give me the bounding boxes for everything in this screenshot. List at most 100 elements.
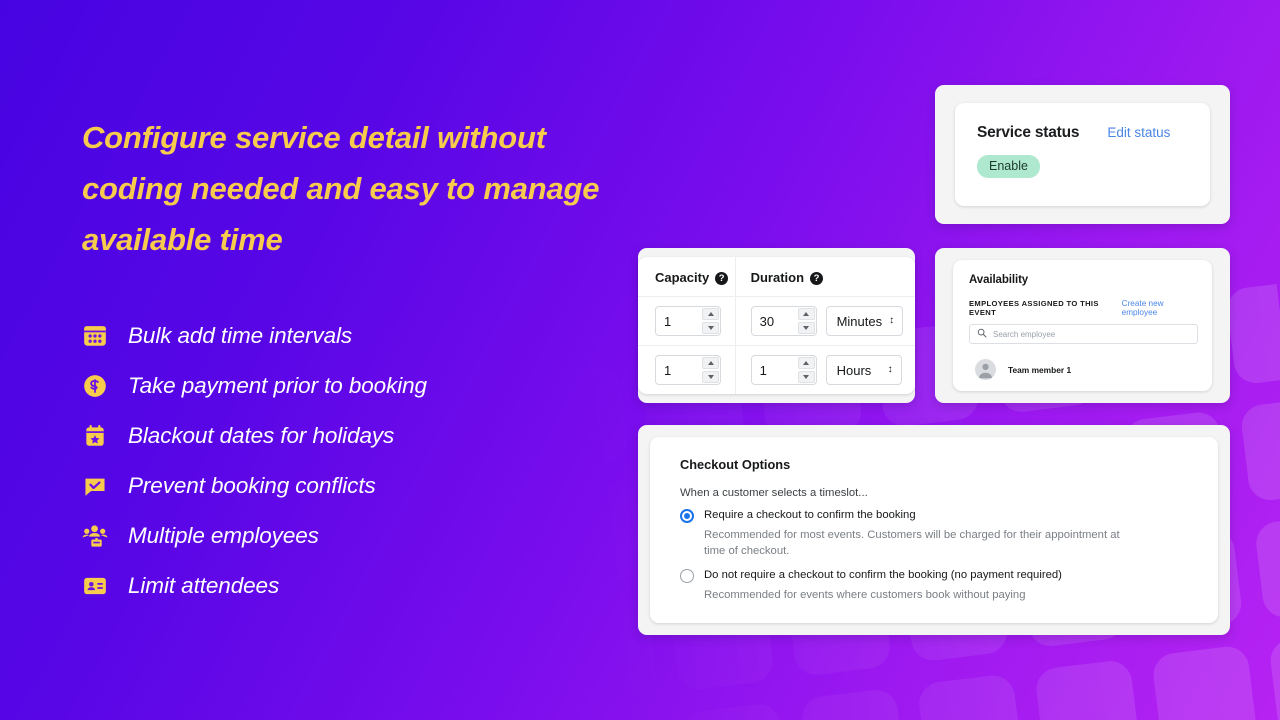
service-status-header: Service status Edit status bbox=[955, 103, 1210, 142]
radio-label: Do not require a checkout to confirm the… bbox=[704, 569, 1062, 581]
employees-assigned-label: EMPLOYEES ASSIGNED TO THIS EVENT bbox=[969, 299, 1099, 317]
duration-spin-col bbox=[796, 356, 816, 384]
calendar-dots-icon bbox=[82, 323, 108, 349]
background-tile bbox=[565, 716, 673, 720]
duration-increment-button[interactable] bbox=[797, 308, 815, 320]
service-status-card: Service status Edit status Enable bbox=[955, 103, 1210, 206]
availability-section-row: EMPLOYEES ASSIGNED TO THIS EVENT Create … bbox=[953, 286, 1212, 317]
availability-title: Availability bbox=[969, 274, 1029, 286]
table-row: 1 1 Hours ↕ bbox=[638, 345, 915, 395]
capacity-decrement-button[interactable] bbox=[702, 371, 719, 383]
capacity-stepper[interactable]: 1 bbox=[655, 355, 721, 385]
duration-cell: 30 Minutes ↕ bbox=[734, 296, 915, 346]
search-icon bbox=[977, 325, 987, 343]
capacity-increment-button[interactable] bbox=[702, 308, 719, 320]
id-card-icon bbox=[82, 573, 108, 599]
background-tile bbox=[682, 701, 790, 720]
feature-list: Bulk add time intervals Take payment pri… bbox=[82, 311, 642, 611]
list-item: Blackout dates for holidays bbox=[82, 411, 642, 461]
duration-unit-value: Hours bbox=[836, 362, 872, 378]
page-title: Configure service detail without coding … bbox=[82, 120, 600, 257]
chat-check-icon bbox=[82, 473, 108, 499]
capacity-stepper[interactable]: 1 bbox=[655, 306, 721, 336]
table-header-row: Capacity? Duration? bbox=[638, 257, 915, 297]
create-new-employee-link[interactable]: Create new employee bbox=[1122, 299, 1198, 317]
checkout-options-card-frame: Checkout Options When a customer selects… bbox=[638, 425, 1230, 635]
background-tile bbox=[1253, 512, 1280, 620]
help-icon[interactable]: ? bbox=[810, 272, 824, 285]
capacity-increment-button[interactable] bbox=[702, 357, 719, 369]
column-header-capacity: Capacity? bbox=[638, 257, 736, 297]
radio-button-no-checkout[interactable] bbox=[680, 569, 694, 583]
edit-status-link[interactable]: Edit status bbox=[1107, 125, 1170, 140]
service-status-card-frame: Service status Edit status Enable bbox=[935, 85, 1230, 224]
capacity-duration-table: Capacity? Duration? 1 30 Minutes ↕ 1 1 H… bbox=[638, 257, 915, 394]
checkout-options-title: Checkout Options bbox=[680, 457, 791, 472]
duration-value[interactable]: 1 bbox=[752, 356, 796, 384]
capacity-spin-col bbox=[700, 356, 720, 384]
feature-label: Blackout dates for holidays bbox=[128, 423, 395, 448]
radio-help-text: Recommended for most events. Customers w… bbox=[704, 529, 1120, 557]
list-item: Limit attendees bbox=[82, 561, 642, 611]
duration-decrement-button[interactable] bbox=[797, 371, 815, 383]
background-tile bbox=[1268, 629, 1280, 720]
duration-increment-button[interactable] bbox=[797, 357, 815, 369]
search-employee-input[interactable]: Search employee bbox=[969, 324, 1198, 344]
capacity-cell: 1 bbox=[638, 296, 736, 346]
checkout-option-require[interactable]: Require a checkout to confirm the bookin… bbox=[650, 499, 1218, 523]
duration-value[interactable]: 30 bbox=[752, 307, 796, 335]
duration-unit-value: Minutes bbox=[836, 313, 883, 329]
capacity-duration-card: Capacity? Duration? 1 30 Minutes ↕ 1 1 H… bbox=[638, 257, 915, 394]
feature-label: Bulk add time intervals bbox=[128, 323, 353, 348]
background-tile bbox=[1225, 278, 1280, 386]
help-icon[interactable]: ? bbox=[715, 272, 729, 285]
radio-label: Require a checkout to confirm the bookin… bbox=[704, 509, 916, 521]
dollar-circle-icon bbox=[82, 373, 108, 399]
calendar-star-icon bbox=[82, 423, 108, 449]
table-row: 1 30 Minutes ↕ bbox=[638, 296, 915, 346]
people-group-icon bbox=[82, 523, 108, 549]
feature-label: Limit attendees bbox=[128, 573, 280, 598]
capacity-value[interactable]: 1 bbox=[656, 356, 700, 384]
capacity-value[interactable]: 1 bbox=[656, 307, 700, 335]
list-item: Multiple employees bbox=[82, 511, 642, 561]
capacity-header-label: Capacity bbox=[655, 270, 710, 285]
avatar bbox=[975, 359, 996, 380]
duration-cell: 1 Hours ↕ bbox=[734, 345, 915, 394]
status-badge[interactable]: Enable bbox=[977, 155, 1040, 178]
duration-spin-col bbox=[796, 307, 816, 335]
duration-unit-select[interactable]: Minutes ↕ bbox=[825, 306, 904, 336]
list-item[interactable]: Team member 1 bbox=[975, 359, 1212, 380]
duration-unit-select[interactable]: Hours ↕ bbox=[825, 355, 902, 385]
capacity-duration-card-frame: Capacity? Duration? 1 30 Minutes ↕ 1 1 H… bbox=[638, 248, 915, 403]
background-tile bbox=[1033, 658, 1141, 720]
duration-decrement-button[interactable] bbox=[797, 322, 815, 334]
capacity-cell: 1 bbox=[638, 346, 735, 395]
list-item: Bulk add time intervals bbox=[82, 311, 642, 361]
radio-help-text: Recommended for events where customers b… bbox=[704, 589, 1026, 601]
search-input-placeholder: Search employee bbox=[993, 329, 1056, 339]
feature-label: Multiple employees bbox=[128, 523, 319, 548]
availability-card: Availability EMPLOYEES ASSIGNED TO THIS … bbox=[953, 260, 1212, 391]
duration-stepper[interactable]: 1 bbox=[750, 355, 817, 385]
background-tile bbox=[799, 687, 907, 720]
checkout-options-card: Checkout Options When a customer selects… bbox=[650, 437, 1218, 623]
column-header-duration: Duration? bbox=[734, 257, 915, 297]
duration-stepper[interactable]: 30 bbox=[750, 306, 817, 336]
radio-button-require-checkout[interactable] bbox=[680, 509, 694, 523]
employee-name: Team member 1 bbox=[1008, 364, 1072, 375]
feature-label: Prevent booking conflicts bbox=[128, 473, 376, 498]
capacity-spin-col bbox=[700, 307, 720, 335]
list-item: Take payment prior to booking bbox=[82, 361, 642, 411]
service-status-title: Service status bbox=[977, 124, 1080, 141]
background-tile bbox=[1151, 644, 1259, 720]
background-tile bbox=[916, 673, 1024, 720]
availability-card-frame: Availability EMPLOYEES ASSIGNED TO THIS … bbox=[935, 248, 1230, 403]
list-item: Prevent booking conflicts bbox=[82, 461, 642, 511]
background-tile bbox=[1239, 395, 1280, 503]
checkout-options-subtitle: When a customer selects a timeslot... bbox=[680, 487, 868, 499]
capacity-decrement-button[interactable] bbox=[702, 322, 719, 334]
chevron-updown-icon: ↕ bbox=[889, 315, 895, 326]
feature-label: Take payment prior to booking bbox=[128, 373, 427, 398]
checkout-option-no-checkout[interactable]: Do not require a checkout to confirm the… bbox=[650, 559, 1218, 583]
